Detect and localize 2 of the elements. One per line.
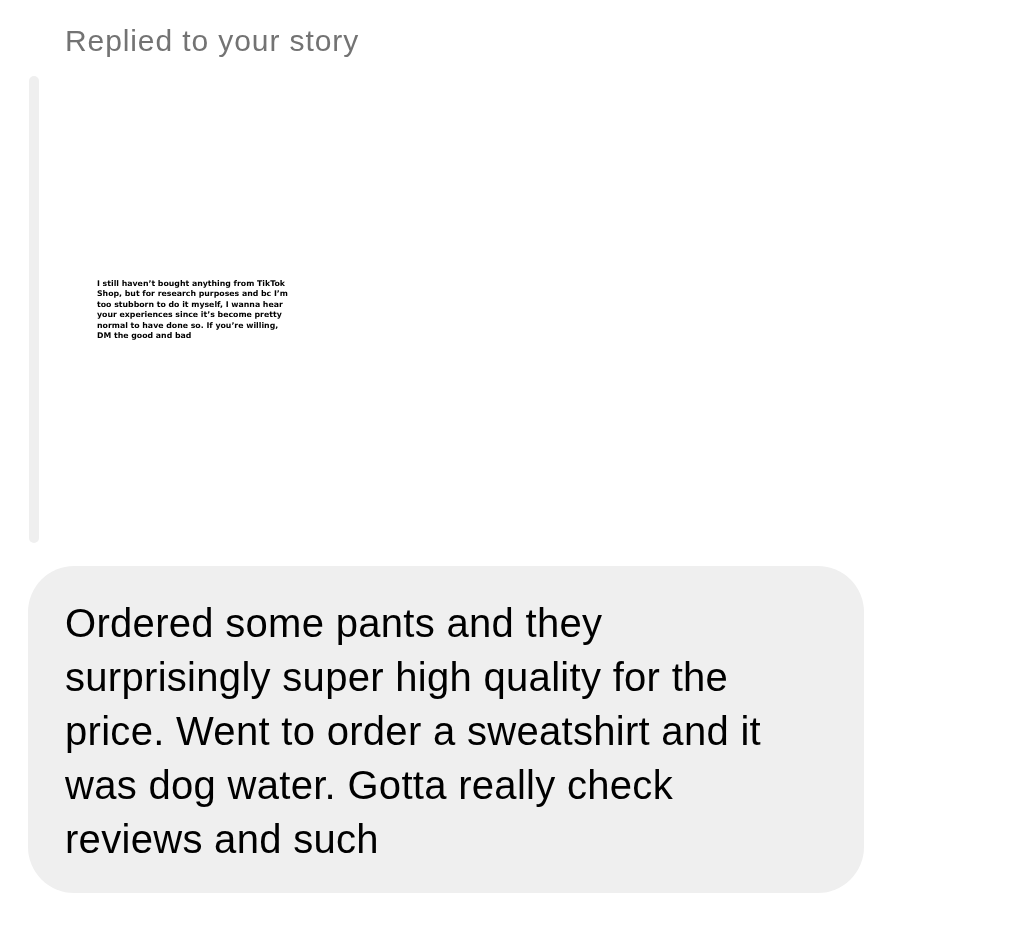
reply-caption: Replied to your story bbox=[65, 24, 360, 58]
message-bubble: Ordered some pants and they surprisingly super high quality for the price. Went to order a sweatshirt and it was dog water. Gotta really check reviews and such bbox=[28, 566, 864, 893]
